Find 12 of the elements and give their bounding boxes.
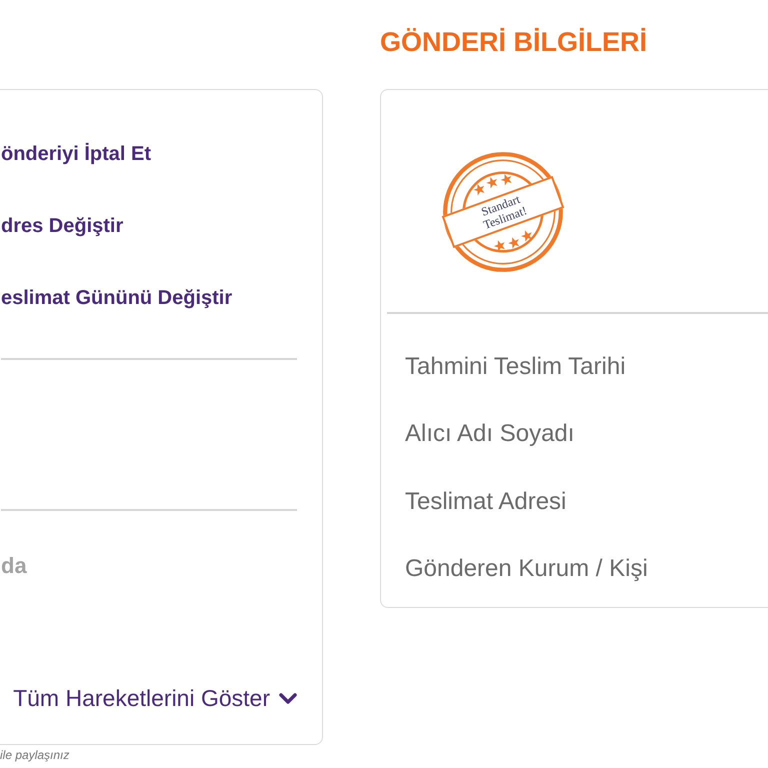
action-link[interactable]: dres Değiştir — [1, 216, 124, 236]
footer-note: ile paylaşınız — [0, 748, 70, 763]
field-label: Teslimat Adresi — [405, 490, 566, 514]
chevron-down-icon — [279, 692, 297, 704]
show-all-movements-link[interactable]: Tüm Hareketlerini Göster — [13, 687, 297, 710]
field-label: Alıcı Adı Soyadı — [405, 422, 574, 446]
action-link[interactable]: eslimat Gününü Değiştir — [1, 288, 232, 308]
field-label: Tahmini Teslim Tarihi — [405, 354, 626, 379]
action-link[interactable]: önderiyi İptal Et — [1, 144, 152, 164]
section-title: GÖNDERİ BİLGİLERİ — [380, 29, 648, 56]
field-label: Gönderen Kurum / Kişi — [405, 557, 648, 582]
status-text: da — [1, 555, 27, 577]
